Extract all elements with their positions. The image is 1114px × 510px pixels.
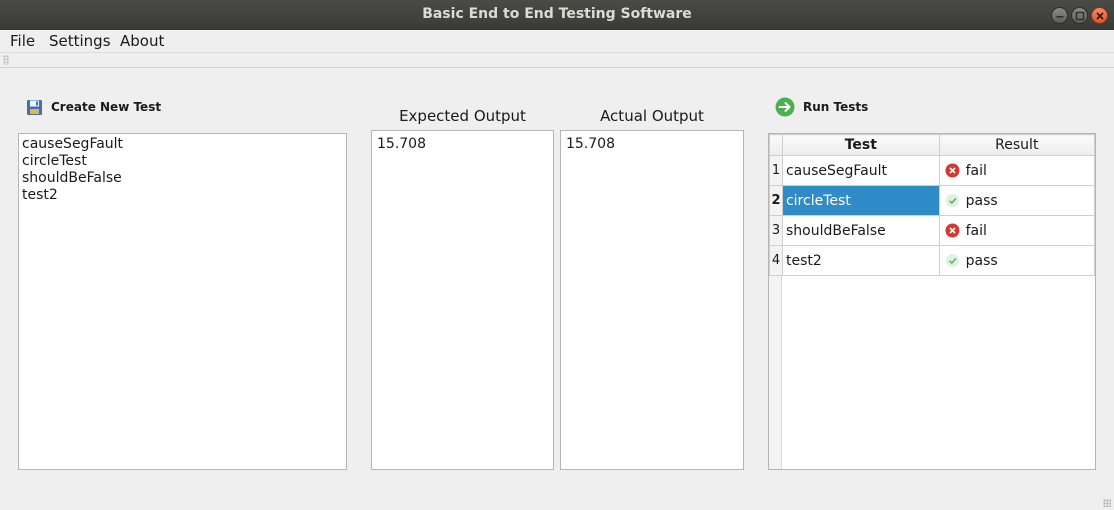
error-icon <box>945 223 960 238</box>
expected-output-label: Expected Output <box>399 107 526 125</box>
window-resize-grip[interactable] <box>1103 499 1111 507</box>
actual-output-field[interactable]: 15.708 <box>560 130 744 470</box>
error-icon <box>945 163 960 178</box>
title-bar: Basic End to End Testing Software <box>0 0 1114 30</box>
results-table[interactable]: Test Result 1 causeSegFault fail 2 circl… <box>768 133 1096 470</box>
row-number[interactable]: 3 <box>769 215 783 246</box>
maximize-button[interactable] <box>1071 7 1088 24</box>
table-header-row: Test Result <box>769 134 1095 156</box>
actual-output-label: Actual Output <box>600 107 704 125</box>
table-row[interactable]: 3 shouldBeFalse fail <box>769 215 1095 246</box>
header-result[interactable]: Result <box>938 134 1095 156</box>
minimize-button[interactable] <box>1051 7 1068 24</box>
result-text: fail <box>965 222 987 239</box>
result-cell[interactable]: pass <box>938 185 1095 216</box>
result-text: pass <box>965 192 998 209</box>
row-number[interactable]: 2 <box>769 185 783 216</box>
list-item[interactable]: circleTest <box>19 153 346 170</box>
run-tests-button[interactable]: Run Tests <box>775 96 868 118</box>
table-row[interactable]: 4 test2 pass <box>769 245 1095 276</box>
maximize-icon <box>1075 11 1085 21</box>
menu-file[interactable]: File <box>10 32 35 50</box>
expected-output-value: 15.708 <box>377 136 426 152</box>
check-icon <box>945 254 959 267</box>
list-item[interactable]: test2 <box>19 187 346 204</box>
result-cell[interactable]: pass <box>938 245 1095 276</box>
menu-bar: File Settings About <box>0 30 1114 52</box>
check-icon <box>945 194 959 207</box>
list-item[interactable]: shouldBeFalse <box>19 170 346 187</box>
window-title: Basic End to End Testing Software <box>422 6 692 22</box>
result-cell[interactable]: fail <box>938 215 1095 246</box>
toolbar-strip <box>0 52 1114 68</box>
create-new-test-label: Create New Test <box>51 100 162 114</box>
table-corner[interactable] <box>769 134 783 156</box>
run-tests-label: Run Tests <box>803 100 869 114</box>
menu-about[interactable]: About <box>120 32 164 50</box>
test-name-cell[interactable]: test2 <box>781 245 940 276</box>
create-new-test-button[interactable]: Create New Test <box>26 96 161 118</box>
close-icon <box>1096 12 1104 20</box>
list-item[interactable]: causeSegFault <box>19 136 346 153</box>
minimize-icon <box>1056 16 1064 18</box>
menu-settings[interactable]: Settings <box>49 32 111 50</box>
result-cell[interactable]: fail <box>938 155 1095 186</box>
actual-output-value: 15.708 <box>566 136 615 152</box>
result-text: pass <box>965 252 998 269</box>
table-row-gutter <box>769 274 782 469</box>
close-button[interactable] <box>1091 7 1108 24</box>
test-name-cell[interactable]: causeSegFault <box>781 155 940 186</box>
test-name-cell[interactable]: shouldBeFalse <box>781 215 940 246</box>
table-row[interactable]: 2 circleTest pass <box>769 185 1095 216</box>
toolbar-grip[interactable] <box>3 55 9 65</box>
row-number[interactable]: 1 <box>769 155 783 186</box>
save-disk-icon <box>27 99 42 115</box>
header-test[interactable]: Test <box>781 134 940 156</box>
result-text: fail <box>965 162 987 179</box>
test-name-cell[interactable]: circleTest <box>781 185 940 216</box>
table-row[interactable]: 1 causeSegFault fail <box>769 155 1095 186</box>
arrow-right-circle-icon <box>775 97 795 117</box>
row-number[interactable]: 4 <box>769 245 783 276</box>
test-list[interactable]: causeSegFault circleTest shouldBeFalse t… <box>18 133 347 470</box>
expected-output-field[interactable]: 15.708 <box>371 130 554 470</box>
